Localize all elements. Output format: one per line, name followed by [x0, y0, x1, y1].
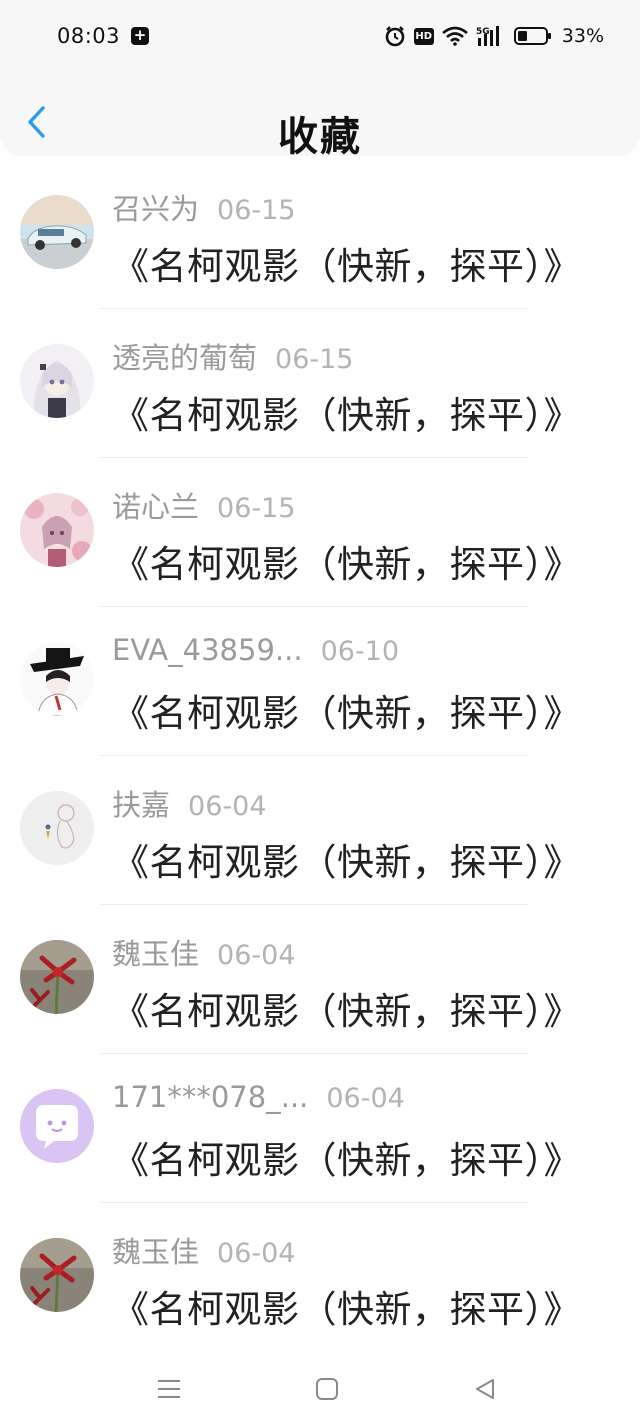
page-title: 收藏: [278, 114, 362, 160]
list-item[interactable]: 召兴为 06-15 《名柯观影（快新，探平）》: [0, 160, 640, 309]
list-item[interactable]: 魏玉佳 06-04 《名柯观影（快新，探平）》: [0, 905, 640, 1054]
svg-text:5G: 5G: [476, 27, 490, 37]
alarm-icon: [384, 25, 406, 47]
avatar[interactable]: [20, 642, 94, 716]
status-bar: 08:03 + HD 5G 33%: [0, 0, 640, 72]
item-meta: 扶嘉 06-04: [112, 782, 266, 822]
avatar[interactable]: [20, 195, 94, 269]
item-title[interactable]: 《名柯观影（快新，探平）》: [112, 981, 581, 1035]
list-item[interactable]: EVA_43859... 06-10 《名柯观影（快新，探平）》: [0, 607, 640, 756]
username[interactable]: 召兴为: [112, 186, 199, 228]
username[interactable]: 透亮的葡萄: [112, 335, 257, 377]
menu-button[interactable]: [154, 1374, 184, 1404]
date: 06-15: [217, 195, 296, 226]
username[interactable]: 魏玉佳: [112, 931, 199, 973]
date: 06-04: [217, 1238, 296, 1269]
item-meta: 诺心兰 06-15: [112, 484, 295, 524]
item-title[interactable]: 《名柯观影（快新，探平）》: [112, 236, 581, 290]
date: 06-04: [326, 1083, 405, 1114]
username[interactable]: 扶嘉: [112, 782, 170, 824]
list-item[interactable]: 魏玉佳 06-04 《名柯观影（快新，探平）》: [0, 1203, 640, 1352]
item-title[interactable]: 《名柯观影（快新，探平）》: [112, 832, 581, 886]
username[interactable]: EVA_43859...: [112, 633, 303, 667]
back-nav-button[interactable]: [470, 1374, 500, 1404]
avatar[interactable]: [20, 940, 94, 1014]
status-time: 08:03: [57, 24, 121, 48]
item-title[interactable]: 《名柯观影（快新，探平）》: [112, 683, 581, 737]
home-square-icon: [316, 1378, 338, 1400]
home-button[interactable]: [312, 1374, 342, 1404]
username[interactable]: 诺心兰: [112, 484, 199, 526]
item-meta: 171***078_... 06-04: [112, 1080, 405, 1116]
avatar[interactable]: [20, 493, 94, 567]
item-meta: 召兴为 06-15: [112, 186, 295, 226]
item-title[interactable]: 《名柯观影（快新，探平）》: [112, 534, 581, 588]
item-meta: 魏玉佳 06-04: [112, 931, 295, 971]
item-title[interactable]: 《名柯观影（快新，探平）》: [112, 385, 581, 439]
date: 06-04: [217, 940, 296, 971]
battery-percent: 33%: [561, 25, 604, 47]
list-item[interactable]: 171***078_... 06-04 《名柯观影（快新，探平）》: [0, 1054, 640, 1203]
date: 06-15: [217, 493, 296, 524]
item-meta: 魏玉佳 06-04: [112, 1229, 295, 1269]
list-item[interactable]: 扶嘉 06-04 《名柯观影（快新，探平）》: [0, 756, 640, 905]
hd-icon: HD: [413, 27, 434, 45]
battery-icon: [513, 26, 552, 46]
item-title[interactable]: 《名柯观影（快新，探平）》: [112, 1279, 581, 1333]
menu-icon: [158, 1380, 180, 1398]
back-triangle-icon: [476, 1379, 494, 1399]
username[interactable]: 171***078_...: [112, 1080, 308, 1114]
header: 收藏: [0, 72, 640, 160]
date: 06-15: [275, 344, 354, 375]
item-meta: 透亮的葡萄 06-15: [112, 335, 353, 375]
date: 06-10: [320, 636, 400, 667]
plus-square-icon: +: [131, 27, 149, 45]
date: 06-04: [188, 791, 267, 822]
avatar[interactable]: [20, 1089, 94, 1163]
avatar[interactable]: [20, 791, 94, 865]
item-title[interactable]: 《名柯观影（快新，探平）》: [112, 1130, 581, 1184]
cellular-signal-icon: 5G: [476, 25, 506, 47]
list-item[interactable]: 诺心兰 06-15 《名柯观影（快新，探平）》: [0, 458, 640, 607]
status-icons: HD 5G 33%: [384, 22, 604, 50]
wifi-icon: [441, 26, 468, 46]
system-nav-bar: [0, 1352, 640, 1426]
username[interactable]: 魏玉佳: [112, 1229, 199, 1271]
avatar[interactable]: [20, 1238, 94, 1312]
favorites-list: 召兴为 06-15 《名柯观影（快新，探平）》 透亮的葡萄 06-15 《名柯观…: [0, 160, 640, 1352]
item-meta: EVA_43859... 06-10: [112, 633, 399, 669]
list-item[interactable]: 透亮的葡萄 06-15 《名柯观影（快新，探平）》: [0, 309, 640, 458]
avatar[interactable]: [20, 344, 94, 418]
